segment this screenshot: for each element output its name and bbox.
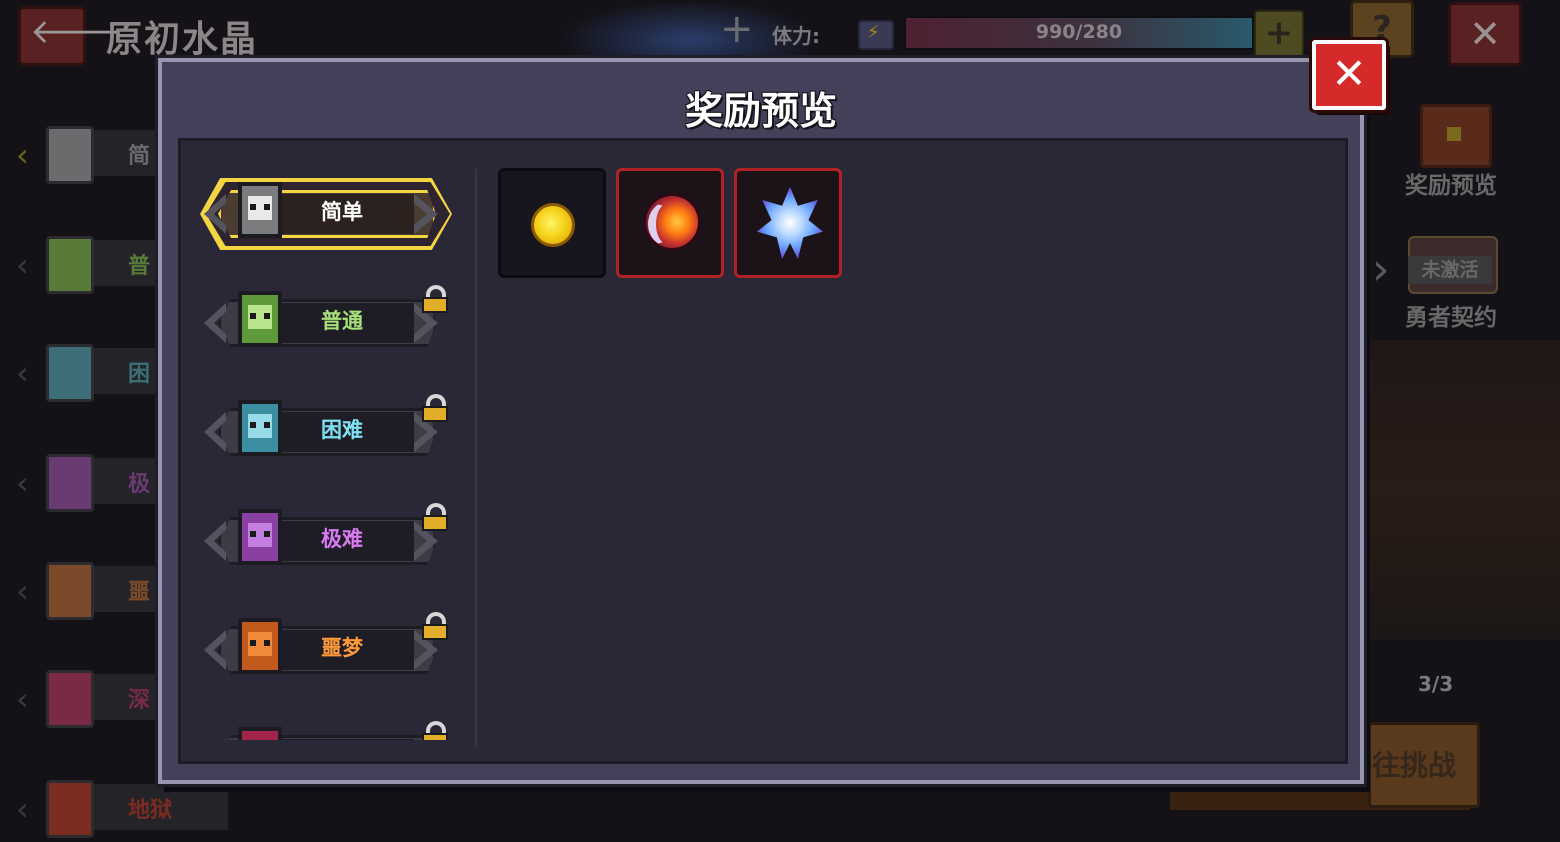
difficulty-label: 困难 <box>321 418 363 442</box>
background-tab-label: 简 <box>128 144 151 169</box>
difficulty-list[interactable]: 简单普通困难极难噩梦 <box>180 160 470 740</box>
chevron-left-icon: ‹ <box>16 790 29 828</box>
difficulty-option-0[interactable]: 简单 <box>200 176 452 250</box>
skull-face <box>248 632 272 656</box>
skull-face <box>248 305 272 329</box>
page-title: 原初水晶 <box>106 19 259 60</box>
skull-icon <box>238 400 282 456</box>
difficulty-label: 噩梦 <box>321 636 363 660</box>
difficulty-option-2[interactable]: 困难 <box>204 394 448 468</box>
lock-icon <box>420 721 448 740</box>
background-close-button[interactable]: ✕ <box>1448 2 1522 66</box>
skull-icon <box>46 454 94 512</box>
challenge-button-label: 往挑战 <box>1372 749 1457 782</box>
reward-slot-2[interactable] <box>734 168 842 278</box>
chevron-left-icon: ‹ <box>16 354 29 392</box>
lock-icon <box>420 612 448 640</box>
add-stamina-button[interactable]: + <box>1254 10 1304 58</box>
background-tab-label: 普 <box>128 254 151 279</box>
skull-icon <box>46 126 94 184</box>
skull-face <box>248 196 272 220</box>
stamina-label: 体力: <box>772 24 820 48</box>
chevron-left-icon: ‹ <box>16 246 29 284</box>
background-tab-label: 噩 <box>128 580 151 605</box>
difficulty-option-1[interactable]: 普通 <box>204 285 448 359</box>
difficulty-label: 普通 <box>321 309 363 333</box>
reward-preview-button-label[interactable]: 奖励预览 <box>1398 166 1504 200</box>
reward-slot-0[interactable] <box>498 168 606 278</box>
close-dialog-button[interactable]: ✕ <box>1312 40 1386 110</box>
skull-face <box>248 523 272 547</box>
skull-icon <box>238 509 282 565</box>
background-tab-label: 困 <box>128 362 151 387</box>
chevron-left-icon: ‹ <box>16 572 29 610</box>
sun-moon-emblem-icon <box>643 193 701 251</box>
lock-icon <box>420 394 448 422</box>
plus-icon: + <box>720 6 754 52</box>
difficulty-option-5[interactable] <box>204 721 448 740</box>
chevron-left-icon: ‹ <box>16 136 29 174</box>
background-tab-label: 极 <box>128 472 151 497</box>
chevron-left-icon: ‹ <box>16 680 29 718</box>
contract-status-badge: 未激活 <box>1408 256 1492 284</box>
skull-icon <box>46 562 94 620</box>
skull-face <box>248 414 272 438</box>
close-icon: ✕ <box>1331 49 1367 98</box>
lightning-icon <box>858 20 894 50</box>
skull-icon <box>46 670 94 728</box>
skull-icon <box>238 618 282 674</box>
lock-icon <box>420 503 448 531</box>
background-side-art <box>1370 340 1560 640</box>
difficulty-label: 简单 <box>321 200 363 224</box>
background-tab-label: 深 <box>128 688 151 713</box>
stamina-value: 990/280 <box>1035 21 1123 43</box>
skull-icon <box>46 344 94 402</box>
blue-crystal-icon <box>757 187 823 259</box>
skull-icon <box>46 236 94 294</box>
reward-slot-1[interactable] <box>616 168 724 278</box>
chevron-left-icon <box>204 739 226 740</box>
skull-icon <box>46 780 94 838</box>
chevron-right-icon: › <box>1372 244 1390 295</box>
skull-icon <box>238 291 282 347</box>
difficulty-option-3[interactable]: 极难 <box>204 503 448 577</box>
hero-contract-label[interactable]: 勇者契约 <box>1398 298 1504 332</box>
background-tab-label: 地狱 <box>128 798 173 823</box>
difficulty-option-4[interactable]: 噩梦 <box>204 612 448 686</box>
dialog-title: 奖励预览 <box>684 89 837 133</box>
skull-icon <box>238 727 282 740</box>
content-divider <box>475 169 477 747</box>
stamina-bar: 990/280 <box>904 16 1254 50</box>
lock-icon <box>420 285 448 313</box>
treasure-chest-icon <box>1420 104 1492 168</box>
difficulty-bar-inner <box>280 739 414 740</box>
skull-icon <box>238 182 282 238</box>
page-count: 3/3 <box>1418 672 1454 696</box>
difficulty-label: 极难 <box>321 527 363 551</box>
gold-coin-icon <box>531 203 575 247</box>
chevron-left-icon: ‹ <box>16 464 29 502</box>
